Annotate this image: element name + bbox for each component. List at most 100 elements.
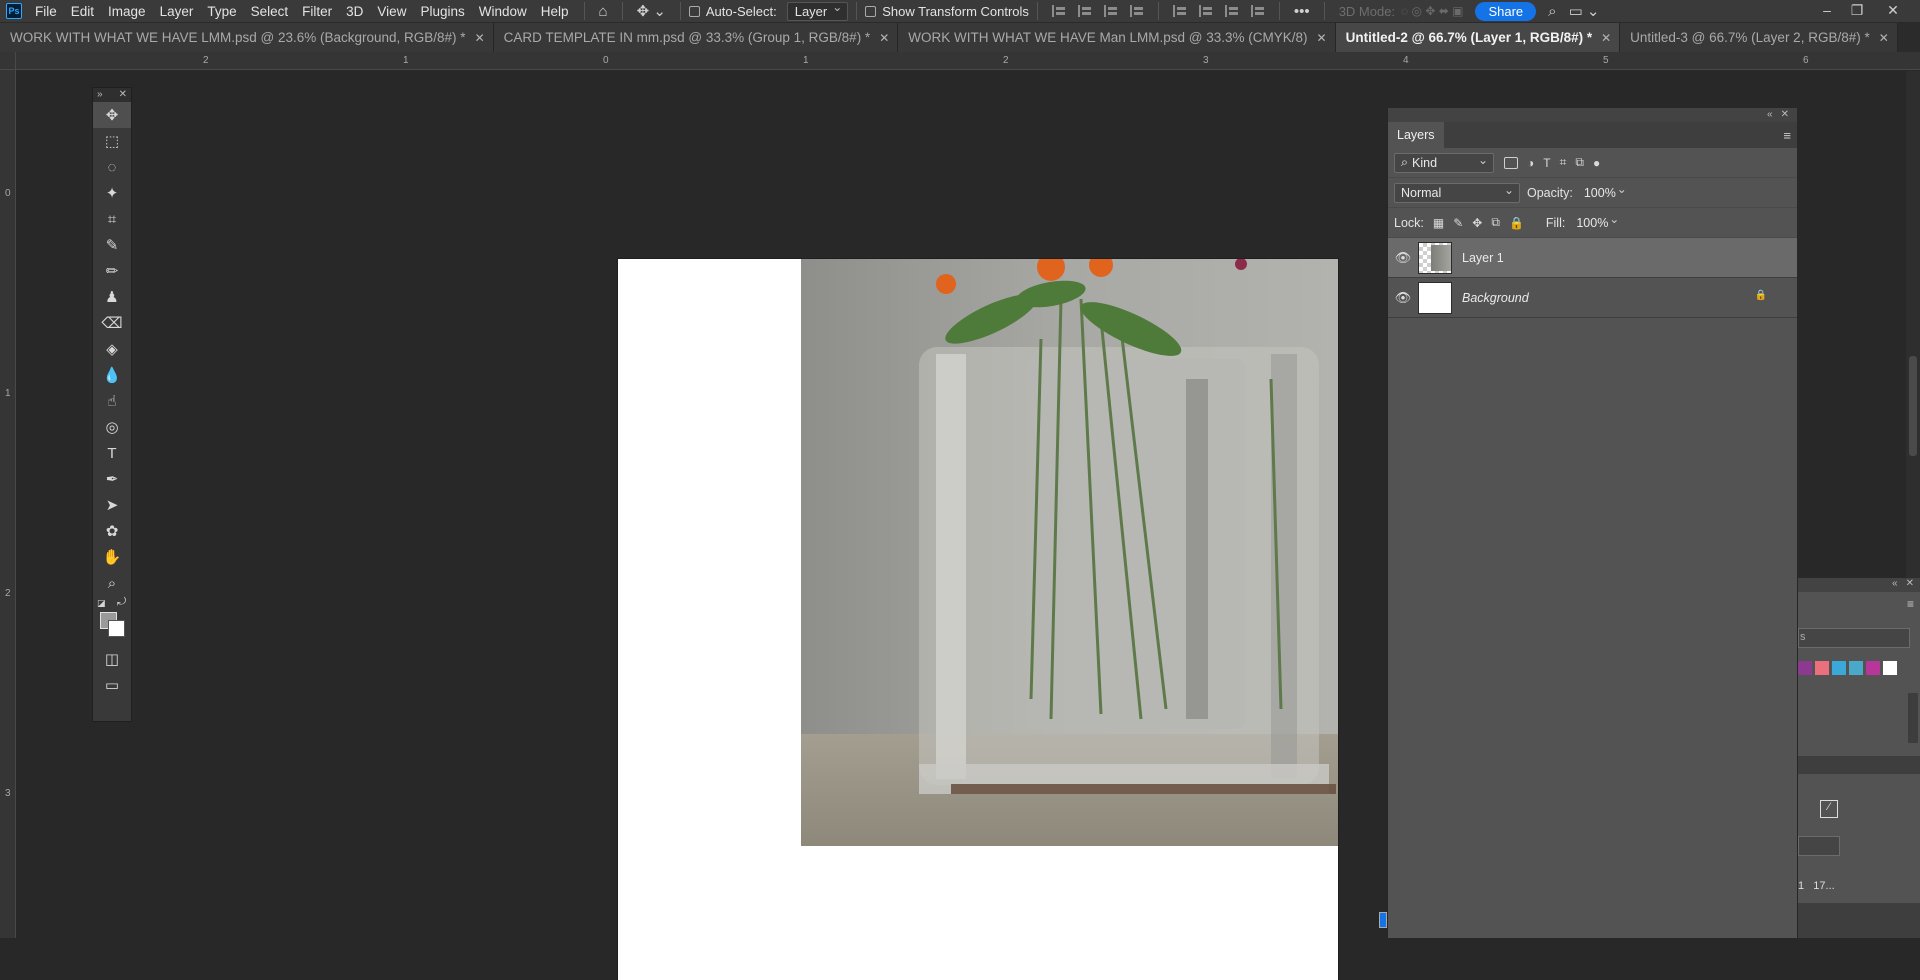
color-swatch[interactable]: [1798, 661, 1812, 675]
lock-transparent-icon[interactable]: ▦: [1433, 216, 1444, 230]
adjustment-filter-icon[interactable]: ◑: [1527, 156, 1534, 170]
shape-filter-icon[interactable]: ⌗: [1560, 155, 1567, 170]
scrollbar-thumb[interactable]: [1909, 356, 1917, 456]
move-tool[interactable]: ✥: [93, 102, 131, 128]
clone-stamp-tool[interactable]: ♟: [93, 284, 131, 310]
blend-mode-dropdown[interactable]: Normal ⌄: [1394, 182, 1520, 203]
distribute-icon[interactable]: [1129, 5, 1144, 17]
align-right-icon[interactable]: [1103, 5, 1118, 17]
menu-edit[interactable]: Edit: [64, 4, 101, 19]
color-swatch[interactable]: [1883, 661, 1897, 675]
screen-mode-icon[interactable]: ▭: [93, 672, 131, 698]
zoom-tool[interactable]: ⌕: [93, 570, 131, 596]
opacity-field[interactable]: 100% ⌄: [1578, 182, 1632, 203]
smudge-tool[interactable]: ☝: [93, 388, 131, 414]
close-window-icon[interactable]: ✕: [1880, 0, 1906, 23]
eye-icon[interactable]: 👁: [1388, 290, 1418, 306]
swap-colors-icon[interactable]: ⤾: [117, 596, 126, 609]
move-tool-preset-icon[interactable]: ✥ ⌄: [631, 2, 672, 20]
eye-icon[interactable]: 👁: [1388, 250, 1418, 266]
adjustment-icon[interactable]: ⁄: [1820, 800, 1838, 818]
menu-plugins[interactable]: Plugins: [413, 4, 471, 19]
magic-wand-tool[interactable]: ✦: [93, 180, 131, 206]
panel-scrollbar[interactable]: [1908, 693, 1918, 743]
toolbox-header[interactable]: » ✕: [93, 88, 131, 102]
search-icon[interactable]: ⌕: [1542, 3, 1562, 20]
menu-3d[interactable]: 3D: [339, 4, 370, 19]
close-icon[interactable]: ✕: [1317, 31, 1327, 45]
auto-select-checkbox[interactable]: Auto-Select:: [688, 4, 777, 19]
menu-help[interactable]: Help: [534, 4, 576, 19]
document-canvas[interactable]: [618, 259, 1338, 980]
custom-shape-tool[interactable]: ✿: [93, 518, 131, 544]
menu-filter[interactable]: Filter: [295, 4, 339, 19]
fill-field[interactable]: 100% ⌄: [1570, 212, 1624, 233]
crop-tool[interactable]: ⌗: [93, 206, 131, 232]
checkbox-box[interactable]: [688, 5, 700, 17]
close-icon[interactable]: ✕: [1781, 108, 1789, 122]
close-icon[interactable]: ✕: [1906, 578, 1914, 592]
quick-mask-icon[interactable]: ◫: [93, 646, 131, 672]
close-icon[interactable]: ✕: [1601, 31, 1611, 45]
hand-tool[interactable]: ✋: [93, 544, 131, 570]
tab-untitled-2[interactable]: Untitled-2 @ 66.7% (Layer 1, RGB/8#) * ✕: [1335, 23, 1621, 52]
eyedropper-tool[interactable]: ✎: [93, 232, 131, 258]
align-top-icon[interactable]: [1172, 5, 1187, 17]
workspace-icon[interactable]: ▭ ⌄: [1563, 2, 1606, 20]
background-color[interactable]: [108, 620, 125, 637]
color-swatch[interactable]: [1849, 661, 1863, 675]
menu-file[interactable]: File: [28, 4, 64, 19]
close-icon[interactable]: ✕: [475, 31, 485, 45]
menu-view[interactable]: View: [370, 4, 413, 19]
sponge-tool[interactable]: ◎: [93, 414, 131, 440]
blur-tool[interactable]: 💧: [93, 362, 131, 388]
smart-object-filter-icon[interactable]: ⧉: [1575, 155, 1584, 170]
default-colors-icon[interactable]: ◪: [97, 598, 106, 609]
close-icon[interactable]: ✕: [1879, 31, 1889, 45]
lock-position-icon[interactable]: ✥: [1472, 216, 1482, 230]
panel-menu-icon[interactable]: ≡: [1907, 597, 1914, 611]
minimize-icon[interactable]: –: [1814, 0, 1840, 23]
filter-kind-dropdown[interactable]: ⌕ Kind ⌄: [1394, 152, 1494, 173]
panel-menu-icon[interactable]: ≡: [1783, 128, 1791, 143]
tab-card-template[interactable]: CARD TEMPLATE IN mm.psd @ 33.3% (Group 1…: [493, 23, 899, 52]
tab-work-with-what-we-have-man[interactable]: WORK WITH WHAT WE HAVE Man LMM.psd @ 33.…: [898, 23, 1336, 52]
chevron-down-icon[interactable]: ⌄: [1617, 182, 1627, 196]
tab-work-with-what-we-have[interactable]: WORK WITH WHAT WE HAVE LMM.psd @ 23.6% (…: [0, 23, 494, 52]
properties-field[interactable]: [1798, 836, 1840, 856]
type-tool[interactable]: T: [93, 440, 131, 466]
color-swatch[interactable]: [1866, 661, 1880, 675]
checkbox-box[interactable]: [865, 5, 877, 17]
panel-dock-scrollbar[interactable]: [1906, 71, 1920, 578]
distribute-vertical-icon[interactable]: [1250, 5, 1265, 17]
layer-row-layer-1[interactable]: 👁 Layer 1: [1388, 238, 1797, 278]
align-center-icon[interactable]: [1077, 5, 1092, 17]
align-bottom-icon[interactable]: [1224, 5, 1239, 17]
eraser-tool[interactable]: ⌫: [93, 310, 131, 336]
brush-tool[interactable]: ✏: [93, 258, 131, 284]
align-middle-icon[interactable]: [1198, 5, 1213, 17]
auto-select-dropdown[interactable]: Layer: [786, 0, 849, 21]
lock-all-icon[interactable]: 🔒: [1509, 216, 1524, 230]
show-transform-checkbox[interactable]: Show Transform Controls: [865, 4, 1029, 19]
swatch-search-input[interactable]: s: [1798, 628, 1910, 648]
menu-layer[interactable]: Layer: [153, 4, 201, 19]
lock-image-icon[interactable]: ✎: [1453, 216, 1463, 230]
tab-untitled-3[interactable]: Untitled-3 @ 66.7% (Layer 2, RGB/8#) * ✕: [1620, 23, 1898, 52]
marquee-tool[interactable]: ⬚: [93, 128, 131, 154]
pixel-filter-icon[interactable]: [1504, 156, 1518, 169]
collapse-icon[interactable]: «: [1767, 108, 1773, 122]
paint-bucket-tool[interactable]: ◈: [93, 336, 131, 362]
collapse-icon[interactable]: «: [1892, 578, 1898, 592]
pen-tool[interactable]: ✒: [93, 466, 131, 492]
lasso-tool[interactable]: ◌: [93, 154, 131, 180]
filter-toggle-icon[interactable]: ●: [1593, 156, 1600, 170]
vertical-ruler[interactable]: 0 1 2 3: [0, 70, 16, 938]
path-selection-tool[interactable]: ➤: [93, 492, 131, 518]
menu-type[interactable]: Type: [200, 4, 243, 19]
more-options-icon[interactable]: •••: [1288, 3, 1316, 20]
align-left-icon[interactable]: [1051, 5, 1066, 17]
type-filter-icon[interactable]: T: [1543, 156, 1550, 170]
chevron-down-icon[interactable]: ⌄: [1609, 212, 1619, 226]
color-swatches[interactable]: ◪ ⤾: [93, 596, 131, 646]
